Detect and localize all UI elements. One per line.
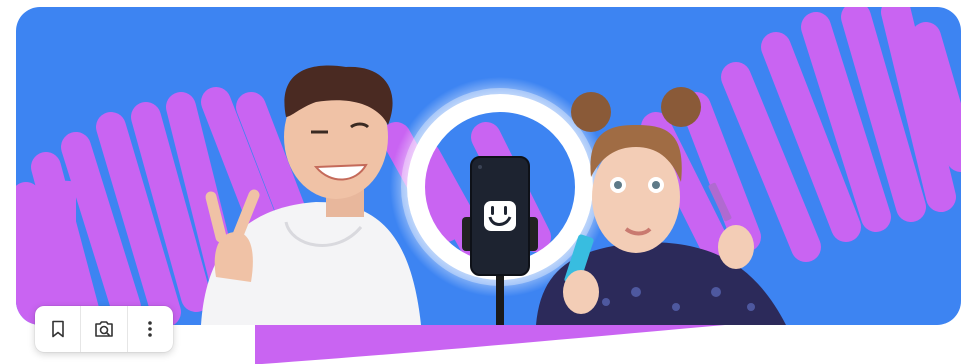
image-toolbar — [35, 306, 173, 352]
visual-search-icon — [95, 321, 113, 337]
bookmark-button[interactable] — [35, 306, 80, 352]
visual-search-button[interactable] — [80, 306, 126, 352]
bookmark-icon — [51, 320, 64, 338]
smiley-app-logo-icon — [484, 201, 516, 231]
more-vertical-icon — [148, 321, 153, 337]
promo-banner — [16, 7, 961, 325]
more-options-button[interactable] — [126, 306, 173, 352]
